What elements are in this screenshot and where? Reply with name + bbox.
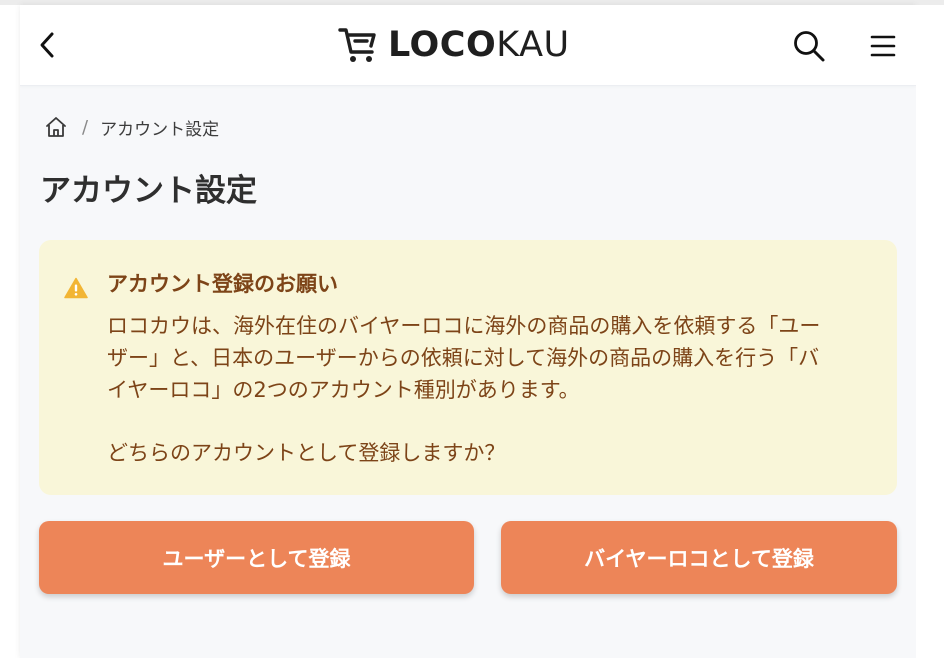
register-as-buyer-button[interactable]: バイヤーロコとして登録 [501, 521, 897, 594]
logo-text: LOCOKAU [388, 23, 570, 67]
app-frame: LOCOKAU / アカウント設定 アカウント設定 アカウント登録のお願い ロコ… [20, 5, 916, 658]
search-icon [794, 31, 825, 62]
account-notice: アカウント登録のお願い ロコカウは、海外在住のバイヤーロコに海外の商品の購入を依… [39, 240, 897, 495]
breadcrumb-current: アカウント設定 [100, 119, 220, 140]
breadcrumb: / アカウント設定 [44, 113, 219, 141]
back-button[interactable] [32, 27, 64, 63]
breadcrumb-separator: / [82, 116, 89, 138]
cart-icon [338, 28, 376, 62]
notice-question: どちらのアカウントとして登録しますか？ [107, 441, 506, 465]
notice-body: ロコカウは、海外在住のバイヤーロコに海外の商品の購入を依頼する「ユー ザー」と、日… [107, 310, 877, 406]
menu-button[interactable] [868, 31, 898, 61]
notice-body-line: ロコカウは、海外在住のバイヤーロコに海外の商品の購入を依頼する「ユー [107, 314, 821, 338]
home-icon[interactable] [44, 115, 68, 139]
logo-text-bold: LOCO [388, 25, 497, 65]
search-button[interactable] [792, 29, 826, 63]
hamburger-menu-icon [870, 35, 896, 57]
register-as-user-button[interactable]: ユーザーとして登録 [39, 521, 474, 594]
app-header: LOCOKAU [20, 5, 916, 86]
notice-title: アカウント登録のお願い [107, 272, 338, 296]
notice-body-line: ザー」と、日本のユーザーからの依頼に対して海外の商品の購入を行う「バ [107, 346, 820, 370]
notice-body-line: イヤーロコ」の2つのアカウント種別があります。 [107, 378, 580, 402]
logo-text-light: KAU [496, 25, 570, 65]
warning-icon [64, 277, 88, 299]
chevron-left-icon [40, 32, 54, 58]
page-margin [916, 5, 944, 658]
page-title: アカウント設定 [40, 173, 257, 209]
site-logo[interactable]: LOCOKAU [338, 23, 570, 67]
